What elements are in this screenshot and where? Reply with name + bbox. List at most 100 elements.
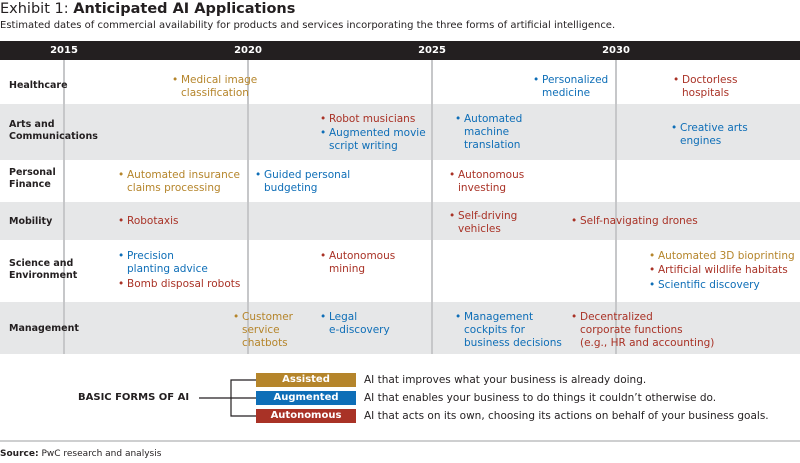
bullet-icon: • (673, 74, 680, 86)
bullet-icon: • (649, 250, 656, 262)
exhibit-number: Exhibit 1: (0, 1, 69, 17)
row-label-line: Communications (9, 131, 98, 142)
source-note: Source: PwC research and analysis (0, 449, 161, 459)
application-item: • Robot musicians (320, 113, 415, 126)
application-item: • Autonomous mining (320, 250, 395, 276)
application-item: • Guided personal budgeting (255, 169, 350, 195)
application-item: • Self-navigating drones (571, 215, 698, 228)
bullet-icon: • (449, 210, 456, 222)
application-item-line: corporate functions (580, 324, 683, 336)
year-gridline (615, 60, 617, 354)
application-item-line: Autonomous (329, 250, 396, 262)
row-label-line: Environment (9, 270, 78, 281)
application-item-line: Augmented movie (329, 127, 426, 139)
legend-box-autonomous: Autonomous (256, 409, 356, 423)
legend-box-assisted: Assisted (256, 373, 356, 387)
year-label-2020: 2020 (234, 45, 262, 56)
bullet-icon: • (320, 113, 327, 125)
row-label-line: Mobility (9, 216, 53, 227)
application-item-line: Self-navigating drones (580, 215, 698, 227)
application-item-line: Guided personal (264, 169, 351, 181)
application-item: • Legal e-discovery (320, 311, 390, 337)
application-item: • Personalized medicine (533, 74, 608, 100)
year-label-2015: 2015 (50, 45, 78, 56)
application-item-line: classification (181, 87, 249, 99)
application-item-line: Creative arts (680, 122, 748, 134)
legend-desc-assisted: AI that improves what your business is a… (364, 374, 647, 386)
application-item-line: translation (464, 139, 521, 151)
row-label: Mobility (9, 216, 52, 228)
application-item: • Automated machine translation (455, 113, 522, 152)
application-item-line: investing (458, 182, 507, 194)
application-item-line: (e.g., HR and accounting) (580, 337, 715, 349)
bullet-icon: • (172, 74, 179, 86)
application-item: • Medical image classification (172, 74, 257, 100)
application-item: • Management cockpits for business decision… (455, 311, 562, 350)
application-item-line: machine (464, 126, 510, 138)
source-label: Source: (0, 449, 39, 459)
bullet-icon: • (255, 169, 262, 181)
title-text: Anticipated AI Applications (73, 1, 296, 17)
application-item-line: budgeting (264, 182, 318, 194)
application-item-line: Self-driving (458, 210, 518, 222)
year-gridline (431, 60, 433, 354)
application-item-line: mining (329, 263, 366, 275)
application-item-line: Artificial wildlife habitats (658, 264, 788, 276)
bullet-icon: • (320, 127, 327, 139)
application-item-line: Autonomous (458, 169, 525, 181)
bullet-icon: • (533, 74, 540, 86)
row-label: Management (9, 323, 79, 335)
application-item-line: service (242, 324, 280, 336)
application-item: • Artificial wildlife habitats (649, 264, 788, 277)
row-label-line: Arts and (9, 119, 55, 130)
bullet-icon: • (649, 279, 656, 291)
application-item-line: e-discovery (329, 324, 390, 336)
legend-desc-autonomous: AI that acts on its own, choosing its ac… (364, 410, 769, 422)
application-item-line: Medical image (181, 74, 258, 86)
legend-desc-augmented: AI that enables your business to do thin… (364, 392, 717, 404)
application-item: • Scientific discovery (649, 279, 760, 292)
row-label-line: Personal (9, 167, 56, 178)
row-label: Healthcare (9, 80, 68, 92)
row-label-line: Management (9, 323, 79, 334)
application-item-line: cockpits for (464, 324, 525, 336)
application-item-line: planting advice (127, 263, 208, 275)
application-item-line: Robotaxis (127, 215, 179, 227)
application-item-line: Scientific discovery (658, 279, 760, 291)
application-item: • Autonomous investing (449, 169, 524, 195)
application-item: • Customer service chatbots (233, 311, 293, 350)
bullet-icon: • (118, 169, 125, 181)
application-item-line: Legal (329, 311, 358, 323)
source-text: PwC research and analysis (41, 449, 162, 459)
bullet-icon: • (320, 250, 327, 262)
application-item: • Automated 3D bioprinting (649, 250, 795, 263)
application-item-line: Bomb disposal robots (127, 278, 241, 290)
application-item-line: Decentralized (580, 311, 653, 323)
application-item: • Decentralized corporate functions (e.g., … (571, 311, 714, 350)
subtitle: Estimated dates of commercial availabili… (0, 20, 616, 31)
bullet-icon: • (455, 113, 462, 125)
bullet-icon: • (571, 215, 578, 227)
application-item-line: script writing (329, 140, 398, 152)
application-item-line: Personalized (542, 74, 609, 86)
application-item-line: Doctorless (682, 74, 738, 86)
application-item-line: chatbots (242, 337, 288, 349)
application-item-line: vehicles (458, 223, 501, 235)
row-label: Science and Environment (9, 258, 77, 282)
application-item: • Self-driving vehicles (449, 210, 517, 236)
row-label-line: Healthcare (9, 80, 68, 91)
application-item-line: medicine (542, 87, 591, 99)
application-item: • Creative arts engines (671, 122, 748, 148)
row-label-line: Science and (9, 258, 74, 269)
year-gridline (63, 60, 65, 354)
application-item-line: claims processing (127, 182, 221, 194)
application-item: • Augmented movie script writing (320, 127, 426, 153)
bullet-icon: • (455, 311, 462, 323)
exhibit-title: Exhibit 1: Anticipated AI Applications (0, 1, 295, 17)
application-item-line: Automated 3D bioprinting (658, 250, 795, 262)
bullet-icon: • (649, 264, 656, 276)
bullet-icon: • (449, 169, 456, 181)
application-item: • Bomb disposal robots (118, 278, 240, 291)
bullet-icon: • (118, 250, 125, 262)
row-label: Personal Finance (9, 167, 56, 191)
